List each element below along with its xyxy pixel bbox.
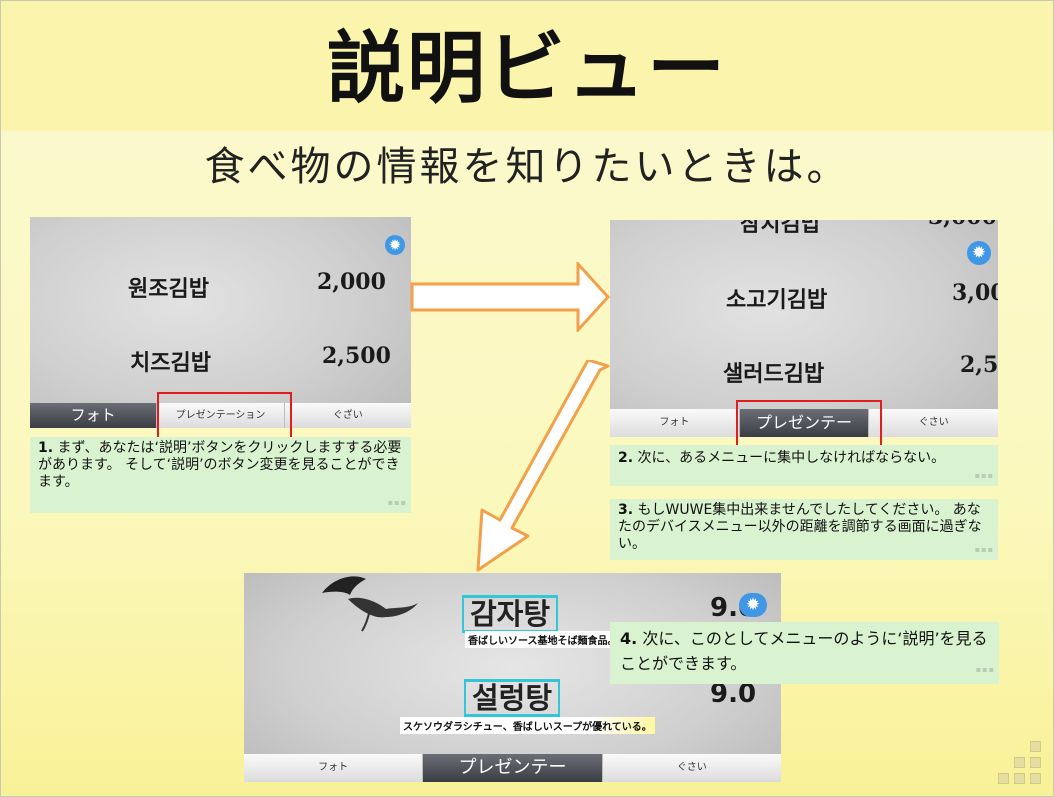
slide-frame xyxy=(0,0,1054,797)
